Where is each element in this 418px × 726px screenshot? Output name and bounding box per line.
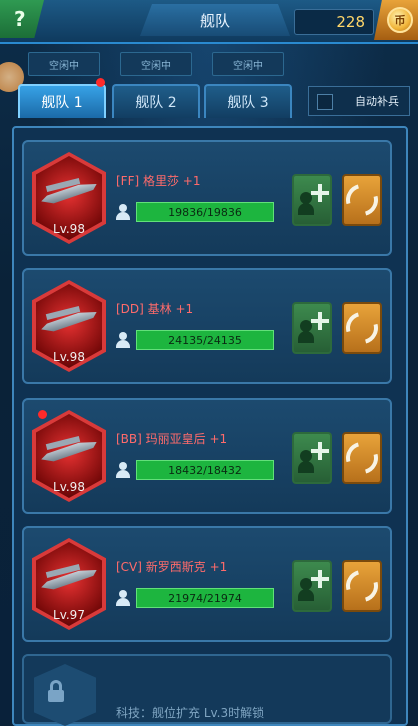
- ship-level: Lv.98: [53, 222, 85, 236]
- ship-card[interactable]: Lv.98 [BB] 玛丽亚皇后 +1 18432/18432: [22, 398, 392, 514]
- unlock-requirement: 科技：舰位扩充 Lv.3时解锁: [116, 706, 265, 720]
- refresh-icon: [340, 564, 384, 608]
- notification-dot: [38, 410, 47, 419]
- auto-replenish-toggle[interactable]: 自动补兵: [308, 86, 410, 116]
- help-button[interactable]: ?: [0, 0, 44, 38]
- tab-fleet-1[interactable]: 舰队 1: [18, 84, 106, 118]
- refresh-icon: [340, 436, 384, 480]
- ship-name: [FF] 格里莎 +1: [116, 174, 201, 188]
- hp-bar: 18432/18432: [136, 460, 274, 480]
- locked-slot: 科技：舰位扩充 Lv.3时解锁: [22, 654, 392, 726]
- ship-portrait[interactable]: Lv.97: [32, 538, 106, 630]
- coin-button[interactable]: 币: [374, 0, 418, 40]
- notification-dot: [96, 78, 105, 87]
- ship-card[interactable]: Lv.98 [FF] 格里莎 +1 19836/19836: [22, 140, 392, 256]
- page-title: 舰队: [140, 4, 290, 36]
- ship-level: Lv.98: [53, 350, 85, 364]
- swap-ship-button[interactable]: [340, 302, 384, 354]
- swap-ship-button[interactable]: [340, 432, 384, 484]
- ship-portrait[interactable]: Lv.98: [32, 410, 106, 502]
- ship-card[interactable]: Lv.98 [DD] 基林 +1 24135/24135: [22, 268, 392, 384]
- add-crew-button[interactable]: [292, 174, 332, 226]
- crew-icon: [116, 204, 130, 220]
- checkbox-icon[interactable]: [317, 94, 333, 110]
- add-crew-button[interactable]: [292, 302, 332, 354]
- ship-level: Lv.97: [53, 608, 85, 622]
- crew-icon: [116, 462, 130, 478]
- refresh-icon: [340, 178, 384, 222]
- refresh-icon: [340, 306, 384, 350]
- crew-icon: [116, 332, 130, 348]
- ship-portrait[interactable]: Lv.98: [32, 152, 106, 244]
- top-bar: ? 舰队 228 币: [0, 0, 418, 44]
- hp-bar: 19836/19836: [136, 202, 274, 222]
- ship-portrait[interactable]: Lv.98: [32, 280, 106, 372]
- coin-count: 228: [294, 9, 374, 35]
- auto-replenish-label: 自动补兵: [355, 95, 399, 108]
- swap-ship-button[interactable]: [340, 174, 384, 226]
- ship-name: [CV] 新罗西斯克 +1: [116, 560, 228, 574]
- tab-fleet-3[interactable]: 舰队 3: [204, 84, 292, 118]
- add-crew-button[interactable]: [292, 560, 332, 612]
- slot-status-3: 空闲中: [212, 52, 284, 76]
- ship-card[interactable]: Lv.97 [CV] 新罗西斯克 +1 21974/21974: [22, 526, 392, 642]
- ship-level: Lv.98: [53, 480, 85, 494]
- tab-fleet-2[interactable]: 舰队 2: [112, 84, 200, 118]
- locked-slot-frame: [34, 664, 96, 726]
- hp-bar: 21974/21974: [136, 588, 274, 608]
- slot-status-2: 空闲中: [120, 52, 192, 76]
- ship-name: [DD] 基林 +1: [116, 302, 194, 316]
- slot-status-1: 空闲中: [28, 52, 100, 76]
- hp-bar: 24135/24135: [136, 330, 274, 350]
- add-crew-button[interactable]: [292, 432, 332, 484]
- lock-body-icon: [48, 690, 64, 702]
- coin-icon: 币: [387, 7, 413, 33]
- ship-name: [BB] 玛丽亚皇后 +1: [116, 432, 228, 446]
- swap-ship-button[interactable]: [340, 560, 384, 612]
- crew-icon: [116, 590, 130, 606]
